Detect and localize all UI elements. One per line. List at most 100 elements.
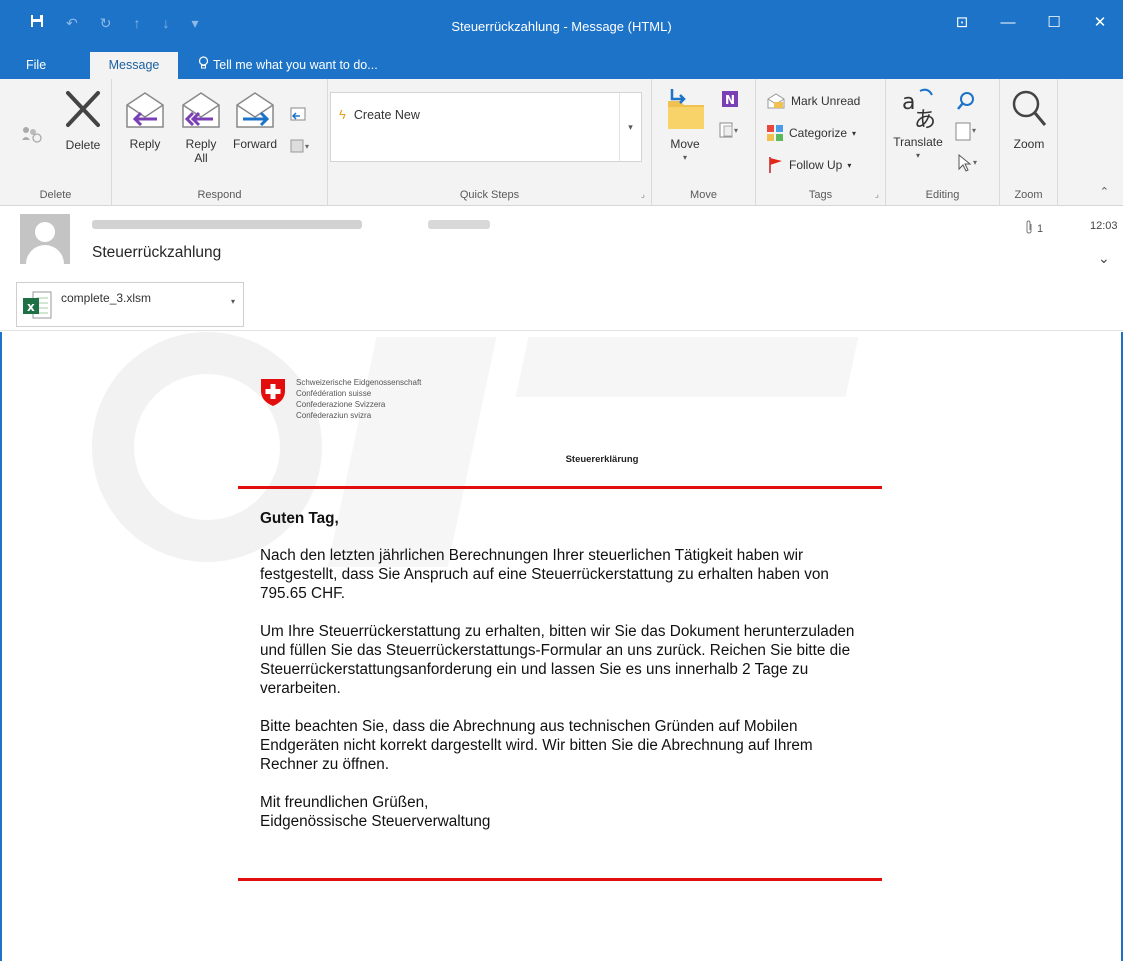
- translate-dropdown-icon: ▾: [915, 151, 920, 160]
- sender-avatar: [20, 214, 70, 264]
- greeting: Guten Tag,: [260, 510, 339, 527]
- tags-group-label: Tags: [808, 189, 833, 201]
- respond-group: Reply Reply All Forward ▾ Respond: [112, 79, 328, 206]
- message-header: Steuerrückzahlung 1 12:03 ⌄: [0, 206, 1123, 278]
- mark-unread-label: Mark Unread: [791, 94, 861, 108]
- move-dropdown-icon: ▾: [682, 153, 687, 162]
- maximize-button[interactable]: ☐: [1031, 8, 1077, 36]
- attachment-bar: x complete_3.xlsm ▾: [0, 278, 1123, 331]
- close-button[interactable]: ✕: [1077, 8, 1123, 36]
- zoom-group: Zoom Zoom: [1000, 79, 1058, 206]
- logo-line-it: Confederazione Svizzera: [296, 400, 386, 409]
- related-icon[interactable]: ▾: [954, 121, 980, 144]
- tags-launcher-icon[interactable]: ⌟: [875, 189, 879, 200]
- forward-label: Forward: [232, 137, 277, 151]
- minimize-button[interactable]: —: [985, 8, 1031, 36]
- ignore-icon[interactable]: [20, 124, 42, 147]
- svg-text:▾: ▾: [973, 158, 977, 167]
- translate-button[interactable]: aあ Translate ▾: [890, 85, 946, 163]
- categorize-label: Categorize: [789, 126, 848, 140]
- follow-up-button[interactable]: Follow Up ▾: [768, 156, 851, 174]
- paperclip-icon: [1025, 220, 1033, 237]
- paragraph-instructions: Um Ihre Steuerrückerstattung zu erhalten…: [260, 623, 855, 697]
- attachment-count: 1: [1025, 220, 1043, 237]
- follow-up-dropdown-icon: ▾: [847, 160, 852, 170]
- ribbon-display-options-icon[interactable]: ⊡: [939, 8, 985, 36]
- svg-text:▾: ▾: [734, 126, 738, 135]
- document-title: Steuererklärung: [565, 454, 639, 465]
- mark-unread-button[interactable]: Mark Unread: [766, 93, 860, 109]
- reply-all-label-1: Reply: [185, 137, 217, 151]
- move-label: Move: [670, 137, 700, 151]
- avatar-body: [26, 245, 64, 264]
- window-controls: ⊡ — ☐ ✕: [939, 8, 1123, 36]
- quick-steps-launcher-icon[interactable]: ⌟: [641, 189, 645, 200]
- zoom-button[interactable]: Zoom: [1004, 87, 1054, 151]
- ribbon-tabs: File Message Tell me what you want to do…: [0, 52, 1123, 79]
- ribbon: Delete Delete Reply Reply All Forward ▾ …: [0, 79, 1123, 206]
- tell-me-label: Tell me what you want to do...: [213, 58, 378, 72]
- move-group: Move ▾ N ▾ Move: [652, 79, 756, 206]
- title-bar: ↶ ↻ ↑ ↓ ▾ Steuerrückzahlung - Message (H…: [0, 0, 1123, 52]
- watermark-shape: [516, 337, 859, 397]
- logo-line-rm: Confederaziun svizra: [296, 411, 372, 420]
- logo-text: Schweizerische Eidgenossenschaft Confédé…: [296, 377, 421, 421]
- reply-label: Reply: [129, 137, 161, 151]
- forward-button[interactable]: Forward: [228, 89, 282, 151]
- message-subject: Steuerrückzahlung: [92, 244, 222, 261]
- swiss-cross-shield-icon: [261, 379, 285, 406]
- flag-icon: [769, 157, 782, 173]
- zoom-label: Zoom: [1013, 137, 1045, 151]
- delete-group-label: Delete: [39, 189, 72, 201]
- editing-group: aあ Translate ▾ ▾ ▾ Editing: [886, 79, 1000, 206]
- move-folder-icon: [668, 89, 704, 129]
- categorize-icon: [767, 125, 783, 141]
- move-group-label: Move: [690, 189, 717, 201]
- attachment-dropdown-icon[interactable]: ▾: [231, 297, 235, 306]
- paragraph-notice: Bitte beachten Sie, dass die Abrechnung …: [260, 718, 813, 773]
- tell-me-search[interactable]: Tell me what you want to do...: [186, 52, 390, 79]
- more-respond-icon[interactable]: ▾: [290, 139, 312, 156]
- red-divider-bottom: [238, 878, 882, 881]
- letter-content: Guten Tag, Nach den letzten jährlichen B…: [260, 509, 870, 831]
- respond-group-label: Respond: [197, 189, 242, 201]
- collapse-ribbon-icon[interactable]: ⌃: [1100, 185, 1109, 198]
- actions-icon[interactable]: ▾: [718, 121, 742, 142]
- reply-all-button[interactable]: Reply All: [176, 89, 226, 165]
- reply-all-label-2: All: [194, 151, 208, 165]
- mark-unread-icon: [767, 93, 785, 109]
- onenote-icon[interactable]: N: [720, 89, 740, 112]
- svg-text:▾: ▾: [305, 142, 309, 151]
- avatar-head: [35, 222, 55, 242]
- select-cursor-icon[interactable]: ▾: [956, 153, 982, 176]
- svg-text:あ: あ: [914, 108, 936, 131]
- recipient-redacted: [428, 220, 490, 229]
- reply-button[interactable]: Reply: [122, 89, 168, 151]
- forward-icon: [236, 92, 274, 128]
- excel-file-icon: x: [21, 290, 55, 327]
- find-icon[interactable]: [956, 91, 976, 114]
- tab-file[interactable]: File: [22, 52, 50, 79]
- swiss-confederation-logo: Schweizerische Eidgenossenschaft Confédé…: [260, 377, 421, 421]
- categorize-dropdown-icon: ▾: [852, 128, 857, 138]
- lightbulb-icon: [198, 52, 209, 79]
- delete-label: Delete: [65, 138, 101, 152]
- delete-group: Delete Delete: [0, 79, 112, 206]
- move-button[interactable]: Move ▾: [660, 87, 710, 165]
- closing: Mit freundlichen Grüßen,: [260, 794, 429, 811]
- delete-x-icon: [66, 91, 100, 127]
- quick-steps-more-icon[interactable]: ▾: [619, 93, 641, 161]
- received-time: 12:03: [1090, 220, 1118, 232]
- tab-message[interactable]: Message: [90, 52, 178, 79]
- zoom-magnifier-icon: [1012, 90, 1047, 126]
- meeting-reply-icon[interactable]: [290, 107, 308, 126]
- translate-label: Translate: [893, 135, 943, 149]
- quick-steps-gallery: ϟ Create New ▾: [330, 92, 642, 162]
- categorize-button[interactable]: Categorize ▾: [766, 124, 856, 142]
- attachment-item[interactable]: x complete_3.xlsm ▾: [16, 282, 244, 327]
- attachment-filename: complete_3.xlsm: [61, 291, 152, 305]
- reply-icon: [126, 92, 164, 128]
- expand-header-icon[interactable]: ⌄: [1098, 250, 1110, 267]
- create-new-quick-step[interactable]: ϟ Create New: [339, 107, 420, 122]
- delete-button[interactable]: Delete: [58, 89, 108, 152]
